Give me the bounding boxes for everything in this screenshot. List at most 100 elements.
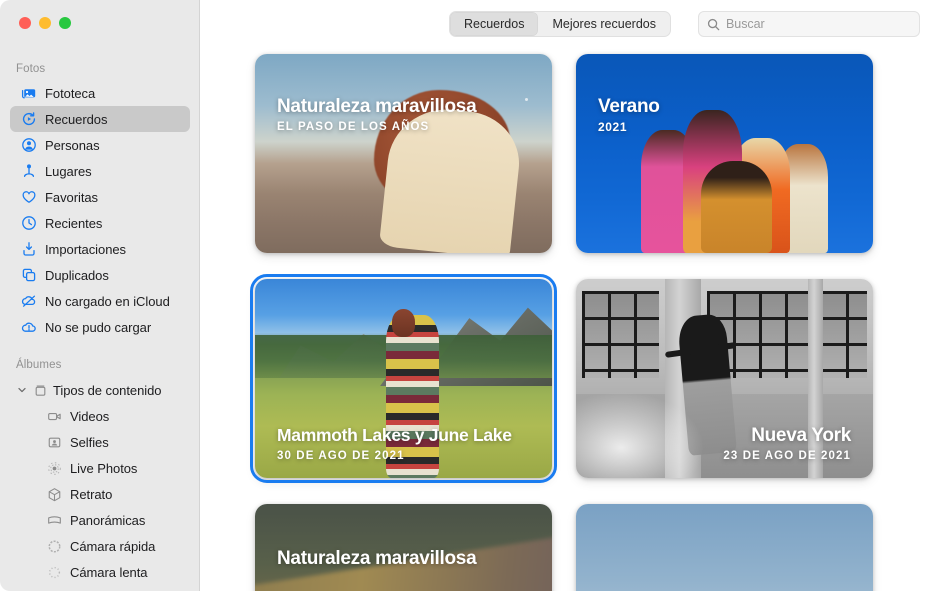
sidebar-item-label: Personas [45,137,100,153]
memory-artwork [255,54,552,253]
artwork-detail [525,97,529,101]
clock-icon [21,215,37,231]
memories-row: Mammoth Lakes y June Lake 30 DE AGO DE 2… [201,274,931,483]
memory-card-verano[interactable]: Verano 2021 [576,54,873,253]
people-icon [21,137,37,153]
sidebar-item-label: Selfies [70,434,109,450]
memory-subtitle: 30 DE AGO DE 2021 [277,450,405,462]
sidebar: Fotos Fototeca Recuerdos Personas Lugare… [0,0,200,591]
artwork-smoke [576,390,707,478]
sidebar-item-label: Recientes [45,215,103,231]
sidebar-item-label: Favoritas [45,189,99,205]
sidebar-item-label: Live Photos [70,460,138,476]
sidebar-item-label: No cargado en iCloud [45,293,170,309]
sidebar-item-panoramicas[interactable]: Panorámicas [10,507,190,533]
sidebar-item-live-photos[interactable]: Live Photos [10,455,190,481]
memory-title: Naturaleza maravillosa [277,96,477,117]
zoom-window-button[interactable] [59,17,71,29]
slowmo-icon [46,564,62,580]
photos-library-icon [21,85,37,101]
portrait-icon [46,486,62,502]
memory-caption: Mammoth Lakes y June Lake 30 DE AGO DE 2… [277,426,512,462]
search-icon [707,18,720,31]
artwork-figure-head [391,308,416,337]
memory-title: Nueva York [751,424,851,446]
sidebar-item-selfies[interactable]: Selfies [10,429,190,455]
artwork-window [819,290,868,379]
memory-caption: Naturaleza maravillosa [277,548,477,573]
memory-card-nueva-york[interactable]: Nueva York 23 DE AGO DE 2021 [576,279,873,478]
sidebar-item-camara-lenta[interactable]: Cámara lenta [10,559,190,585]
heart-icon [21,189,37,205]
timelapse-icon [46,538,62,554]
sidebar-item-retrato[interactable]: Retrato [10,481,190,507]
sidebar-item-favoritas[interactable]: Favoritas [10,184,190,210]
sidebar-item-label: Lugares [45,163,92,179]
sidebar-item-label: Retrato [70,486,113,502]
sidebar-group-label: Tipos de contenido [53,382,162,398]
search-input[interactable]: Buscar [726,17,765,31]
sidebar-item-label: Videos [70,408,110,424]
memory-title: Verano [598,96,660,117]
minimize-window-button[interactable] [39,17,51,29]
memory-card-mammoth-lakes-y-june-lake[interactable]: Mammoth Lakes y June Lake 30 DE AGO DE 2… [250,274,557,483]
sidebar-item-label: Cámara lenta [70,564,148,580]
memory-caption: Verano 2021 [598,96,660,134]
sidebar-group-tipos-de-contenido[interactable]: Tipos de contenido [10,377,190,403]
memory-subtitle: 23 DE AGO DE 2021 [723,450,851,462]
memories-grid[interactable]: Naturaleza maravillosa EL PASO DE LOS AÑ… [201,48,931,591]
memory-caption: Naturaleza maravillosa EL PASO DE LOS AÑ… [277,96,477,134]
places-pin-icon [21,163,37,179]
chevron-down-icon[interactable] [16,385,27,396]
sidebar-item-recientes[interactable]: Recientes [10,210,190,236]
sidebar-item-label: Recuerdos [45,111,108,127]
import-icon [21,241,37,257]
box-icon [32,382,48,398]
panorama-icon [46,512,62,528]
memory-card-naturaleza-maravillosa[interactable]: Naturaleza maravillosa EL PASO DE LOS AÑ… [255,54,552,253]
duplicates-icon [21,267,37,283]
live-photo-icon [46,460,62,476]
cloud-slash-icon [21,293,37,309]
memory-artwork [576,54,873,253]
sidebar-item-no-se-pudo-cargar[interactable]: No se pudo cargar [10,314,190,340]
sidebar-item-videos[interactable]: Videos [10,403,190,429]
memory-subtitle: EL PASO DE LOS AÑOS [277,121,430,134]
sidebar-item-duplicados[interactable]: Duplicados [10,262,190,288]
view-mode-segmented-control[interactable]: Recuerdos Mejores recuerdos [449,11,671,37]
memory-card-silhouettes[interactable] [576,504,873,591]
sidebar-item-camara-rapida[interactable]: Cámara rápida [10,533,190,559]
toolbar: Recuerdos Mejores recuerdos Buscar [201,0,931,48]
video-icon [46,408,62,424]
memory-title: Naturaleza maravillosa [277,548,477,569]
memories-icon [21,111,37,127]
sidebar-item-label: Importaciones [45,241,127,257]
search-field[interactable]: Buscar [698,11,920,37]
memory-card-naturaleza-maravillosa-2[interactable]: Naturaleza maravillosa [255,504,552,591]
memory-artwork [576,504,873,591]
selfie-icon [46,434,62,450]
artwork-window [581,290,660,379]
close-window-button[interactable] [19,17,31,29]
sidebar-item-lugares[interactable]: Lugares [10,158,190,184]
memory-caption: Nueva York 23 DE AGO DE 2021 [723,425,851,462]
sidebar-item-personas[interactable]: Personas [10,132,190,158]
memory-subtitle: 2021 [598,120,628,135]
sidebar-item-label: Panorámicas [70,512,146,528]
memories-row: Naturaleza maravillosa [201,504,931,591]
sidebar-item-label: Duplicados [45,267,109,283]
artwork-figure [700,161,772,253]
tab-recuerdos[interactable]: Recuerdos [450,12,539,36]
sidebar-section-header-albumes: Álbumes [16,359,62,371]
sidebar-item-label: Fototeca [45,85,96,101]
sidebar-item-fototeca[interactable]: Fototeca [10,80,190,106]
window-controls [19,17,71,29]
memory-title: Mammoth Lakes y June Lake [277,425,512,446]
photos-app-window: Fotos Fototeca Recuerdos Personas Lugare… [0,0,931,591]
sidebar-item-importaciones[interactable]: Importaciones [10,236,190,262]
cloud-warning-icon [21,319,37,335]
tab-mejores-recuerdos[interactable]: Mejores recuerdos [538,12,670,36]
sidebar-list-fotos: Fototeca Recuerdos Personas Lugares Favo… [0,80,199,340]
sidebar-item-no-cargado-icloud[interactable]: No cargado en iCloud [10,288,190,314]
sidebar-item-recuerdos[interactable]: Recuerdos [10,106,190,132]
